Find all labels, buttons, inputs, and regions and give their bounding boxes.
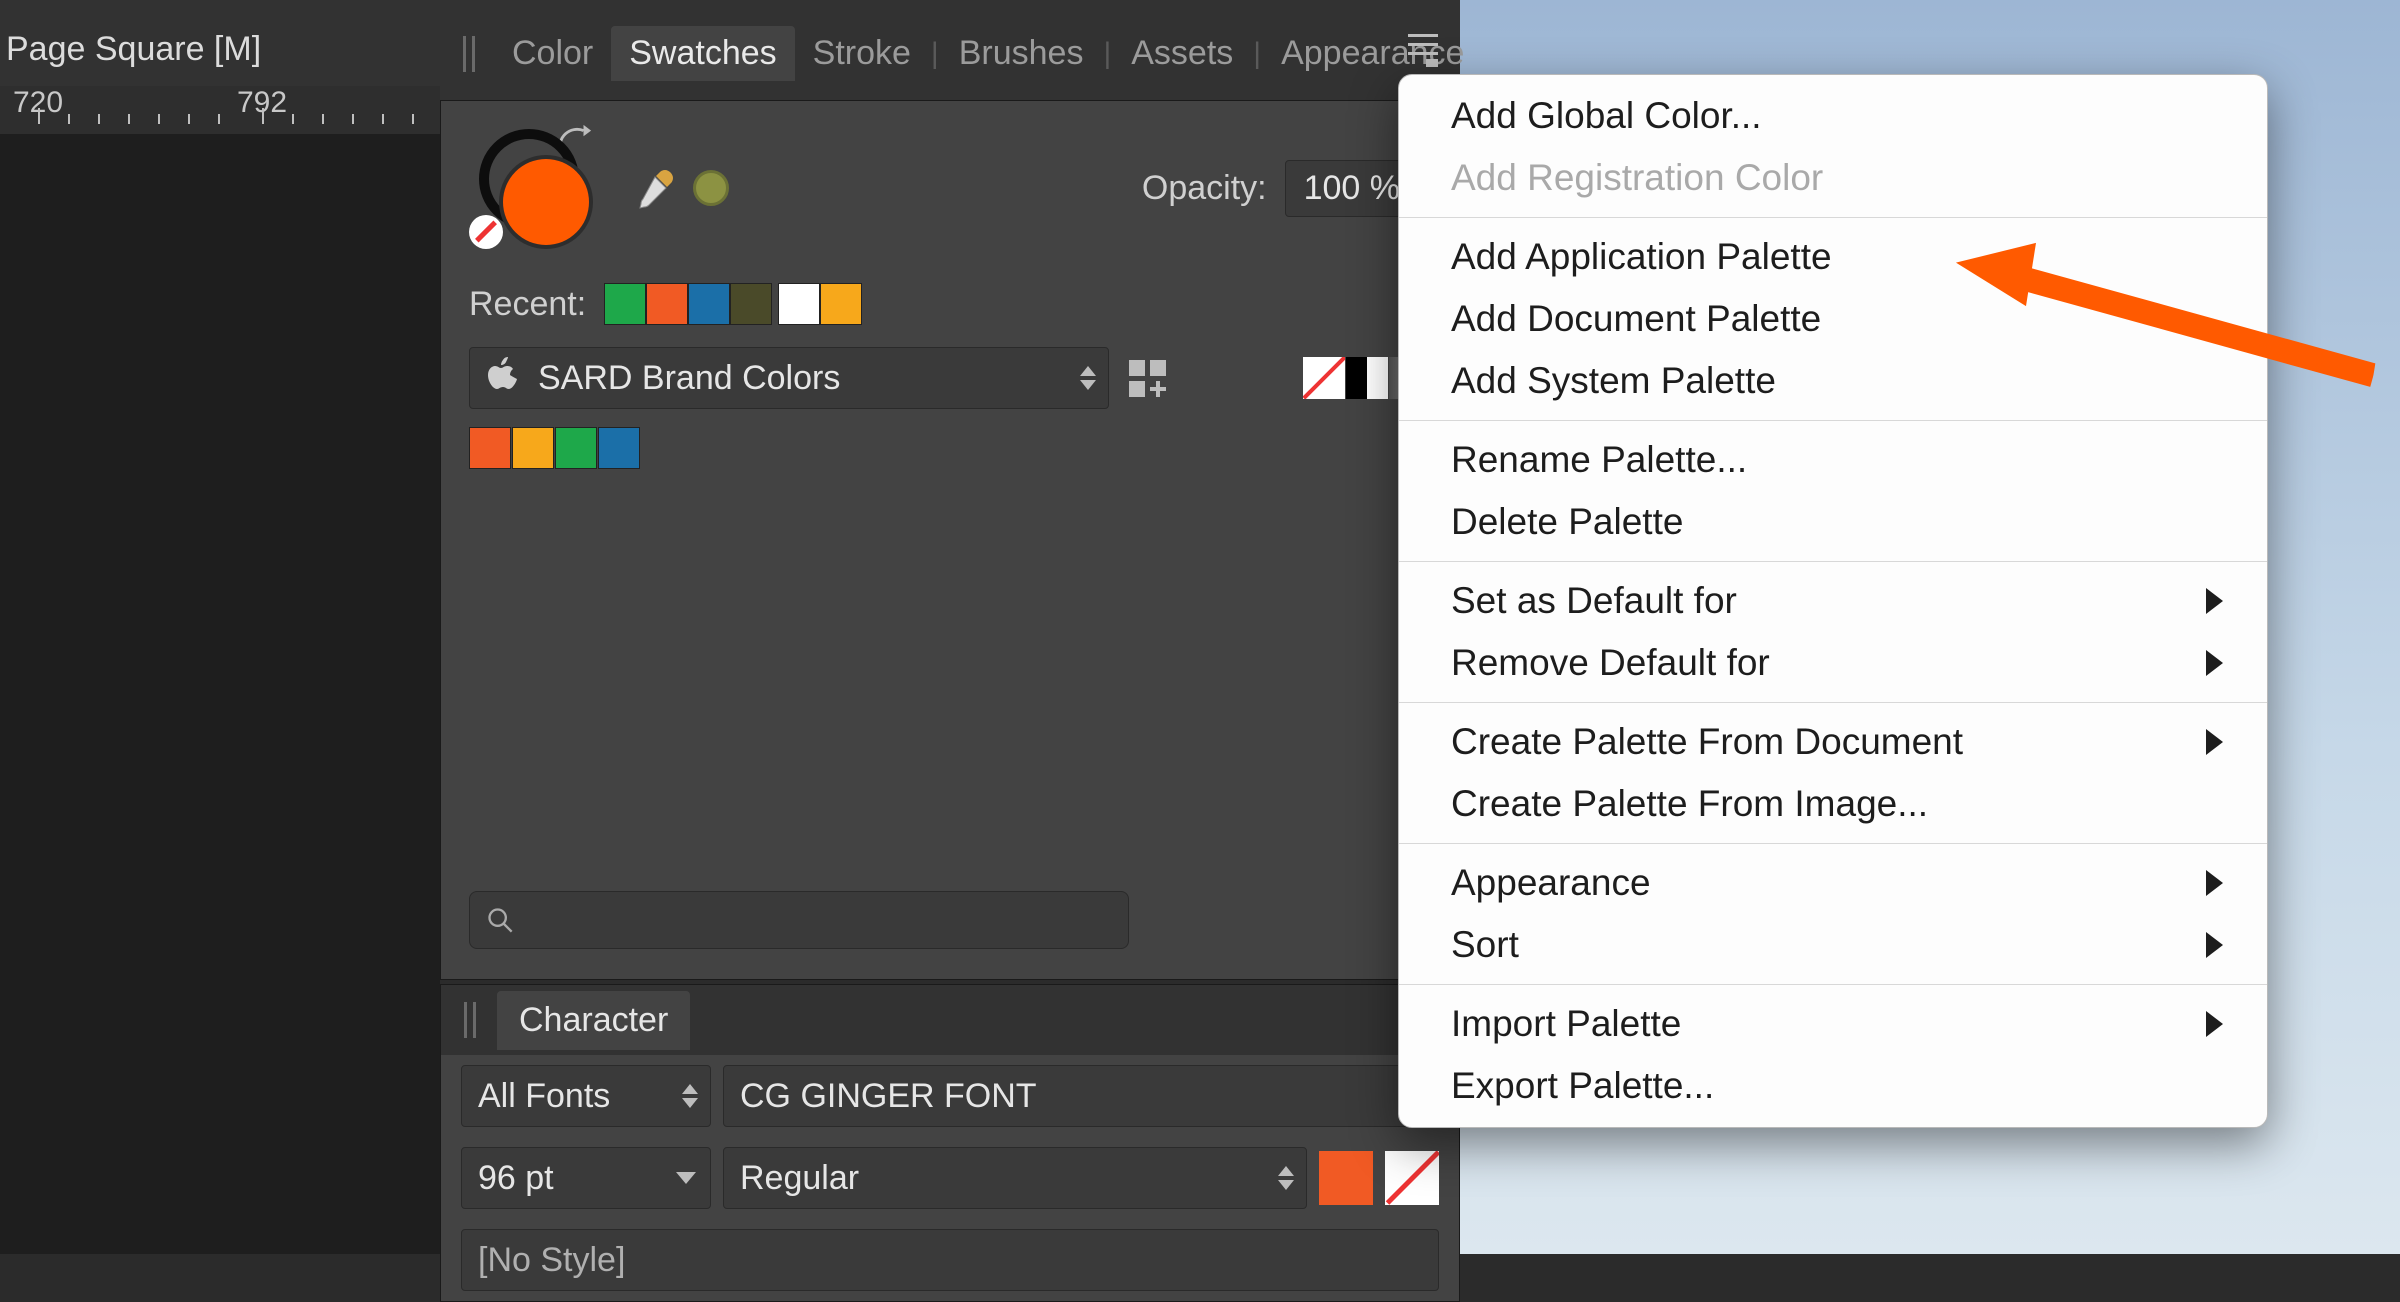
fill-stroke-selector[interactable]: [469, 123, 599, 253]
menu-item-label: Add System Palette: [1451, 360, 1776, 402]
submenu-arrow-icon: [2206, 1011, 2223, 1037]
recent-swatch[interactable]: [730, 283, 772, 325]
menu-separator: [1399, 702, 2267, 703]
submenu-arrow-icon: [2206, 729, 2223, 755]
menu-separator: [1399, 984, 2267, 985]
menu-item[interactable]: Delete Palette: [1399, 491, 2267, 553]
tab-brushes[interactable]: Brushes: [941, 26, 1102, 81]
menu-item[interactable]: Sort: [1399, 914, 2267, 976]
menu-item: Add Registration Color: [1399, 147, 2267, 209]
document-title: Page Square [M]: [0, 30, 440, 69]
top-bar: Page Square [M] 720 792 Color Swatches S…: [0, 0, 1460, 105]
tab-stroke[interactable]: Stroke: [795, 26, 929, 81]
menu-item[interactable]: Set as Default for: [1399, 570, 2267, 632]
menu-item-label: Sort: [1451, 924, 1519, 966]
eyedropper-icon[interactable]: [635, 166, 679, 210]
recent-swatch[interactable]: [646, 283, 688, 325]
menu-item-label: Add Global Color...: [1451, 95, 1762, 137]
font-family-dropdown[interactable]: CG GINGER FONT: [723, 1065, 1439, 1127]
tab-swatches[interactable]: Swatches: [611, 26, 794, 81]
submenu-arrow-icon: [2206, 650, 2223, 676]
palette-swatch[interactable]: [598, 427, 640, 469]
menu-item-label: Create Palette From Document: [1451, 721, 1963, 763]
add-swatch-button[interactable]: [1125, 356, 1170, 401]
panel-context-menu: Add Global Color... Add Registration Colo…: [1398, 74, 2268, 1128]
search-icon: [486, 906, 514, 934]
recent-label: Recent:: [469, 285, 586, 324]
character-panel: Character All Fonts CG GINGER FONT 96 pt…: [440, 984, 1460, 1302]
menu-item-label: Appearance: [1451, 862, 1651, 904]
menu-item-label: Add Application Palette: [1451, 236, 1832, 278]
menu-item-label: Create Palette From Image...: [1451, 783, 1928, 825]
recent-swatch[interactable]: [604, 283, 646, 325]
submenu-arrow-icon: [2206, 588, 2223, 614]
menu-item-label: Rename Palette...: [1451, 439, 1747, 481]
submenu-arrow-icon: [2206, 870, 2223, 896]
menu-item[interactable]: Rename Palette...: [1399, 429, 2267, 491]
menu-item-label: Export Palette...: [1451, 1065, 1714, 1107]
no-fill-icon[interactable]: [1303, 357, 1345, 399]
menu-item[interactable]: Export Palette...: [1399, 1055, 2267, 1117]
apple-icon: [488, 357, 518, 400]
stepper-arrows-icon: [682, 1084, 698, 1108]
menu-item[interactable]: Create Palette From Document: [1399, 711, 2267, 773]
menu-separator: [1399, 561, 2267, 562]
palette-swatches: [441, 421, 1459, 475]
text-style-dropdown[interactable]: [No Style]: [461, 1229, 1439, 1291]
chevron-down-icon: [676, 1172, 696, 1184]
panel-menu-button[interactable]: [1408, 34, 1438, 67]
tab-assets[interactable]: Assets: [1113, 26, 1251, 81]
menu-item[interactable]: Import Palette: [1399, 993, 2267, 1055]
swatches-panel: Opacity: 100 % Recent: SARD Brand Colors: [440, 100, 1460, 980]
font-size-dropdown[interactable]: 96 pt: [461, 1147, 711, 1209]
swatch-search-input[interactable]: [528, 903, 1112, 937]
none-color-icon[interactable]: [469, 215, 503, 249]
palette-selector[interactable]: SARD Brand Colors: [469, 347, 1109, 409]
tab-separator: |: [1251, 37, 1263, 71]
text-stroke-color[interactable]: [1385, 1151, 1439, 1205]
palette-swatch[interactable]: [512, 427, 554, 469]
recent-swatch[interactable]: [688, 283, 730, 325]
opacity-label: Opacity:: [1142, 169, 1267, 208]
palette-swatch[interactable]: [469, 427, 511, 469]
submenu-arrow-icon: [2206, 932, 2223, 958]
font-style-dropdown[interactable]: Regular: [723, 1147, 1307, 1209]
tab-appearance[interactable]: Appearance: [1263, 26, 1482, 81]
menu-item-label: Add Registration Color: [1451, 157, 1823, 199]
menu-item-label: Set as Default for: [1451, 580, 1737, 622]
panel-drag-handle[interactable]: [459, 998, 481, 1042]
palette-name: SARD Brand Colors: [538, 359, 840, 398]
ruler[interactable]: 720 792: [0, 86, 440, 134]
recent-swatch[interactable]: [778, 283, 820, 325]
menu-separator: [1399, 420, 2267, 421]
tab-character[interactable]: Character: [497, 991, 690, 1050]
panel-tablist: Color Swatches Stroke | Brushes | Assets…: [440, 26, 1482, 81]
menu-item[interactable]: Create Palette From Image...: [1399, 773, 2267, 835]
menu-item[interactable]: Add Global Color...: [1399, 85, 2267, 147]
tab-separator: |: [1101, 37, 1113, 71]
palette-swatch[interactable]: [555, 427, 597, 469]
menu-item-label: Import Palette: [1451, 1003, 1681, 1045]
menu-item[interactable]: Appearance: [1399, 852, 2267, 914]
menu-separator: [1399, 843, 2267, 844]
menu-item-label: Delete Palette: [1451, 501, 1683, 543]
menu-item-label: Add Document Palette: [1451, 298, 1821, 340]
text-fill-color[interactable]: [1319, 1151, 1373, 1205]
stepper-arrows-icon: [1080, 366, 1096, 390]
swatch-search[interactable]: [469, 891, 1129, 949]
sampled-color-icon[interactable]: [693, 170, 729, 206]
solid-fill-icon[interactable]: [1346, 357, 1388, 399]
menu-item[interactable]: Remove Default for: [1399, 632, 2267, 694]
tab-separator: |: [929, 37, 941, 71]
fill-well[interactable]: [503, 159, 589, 245]
panel-drag-handle[interactable]: [458, 32, 480, 76]
font-filter-dropdown[interactable]: All Fonts: [461, 1065, 711, 1127]
stepper-arrows-icon: [1278, 1166, 1294, 1190]
recent-swatches: [604, 283, 862, 325]
document-canvas[interactable]: [0, 0, 440, 1254]
menu-item-label: Remove Default for: [1451, 642, 1770, 684]
recent-swatch[interactable]: [820, 283, 862, 325]
tab-color[interactable]: Color: [494, 26, 611, 81]
menu-separator: [1399, 217, 2267, 218]
